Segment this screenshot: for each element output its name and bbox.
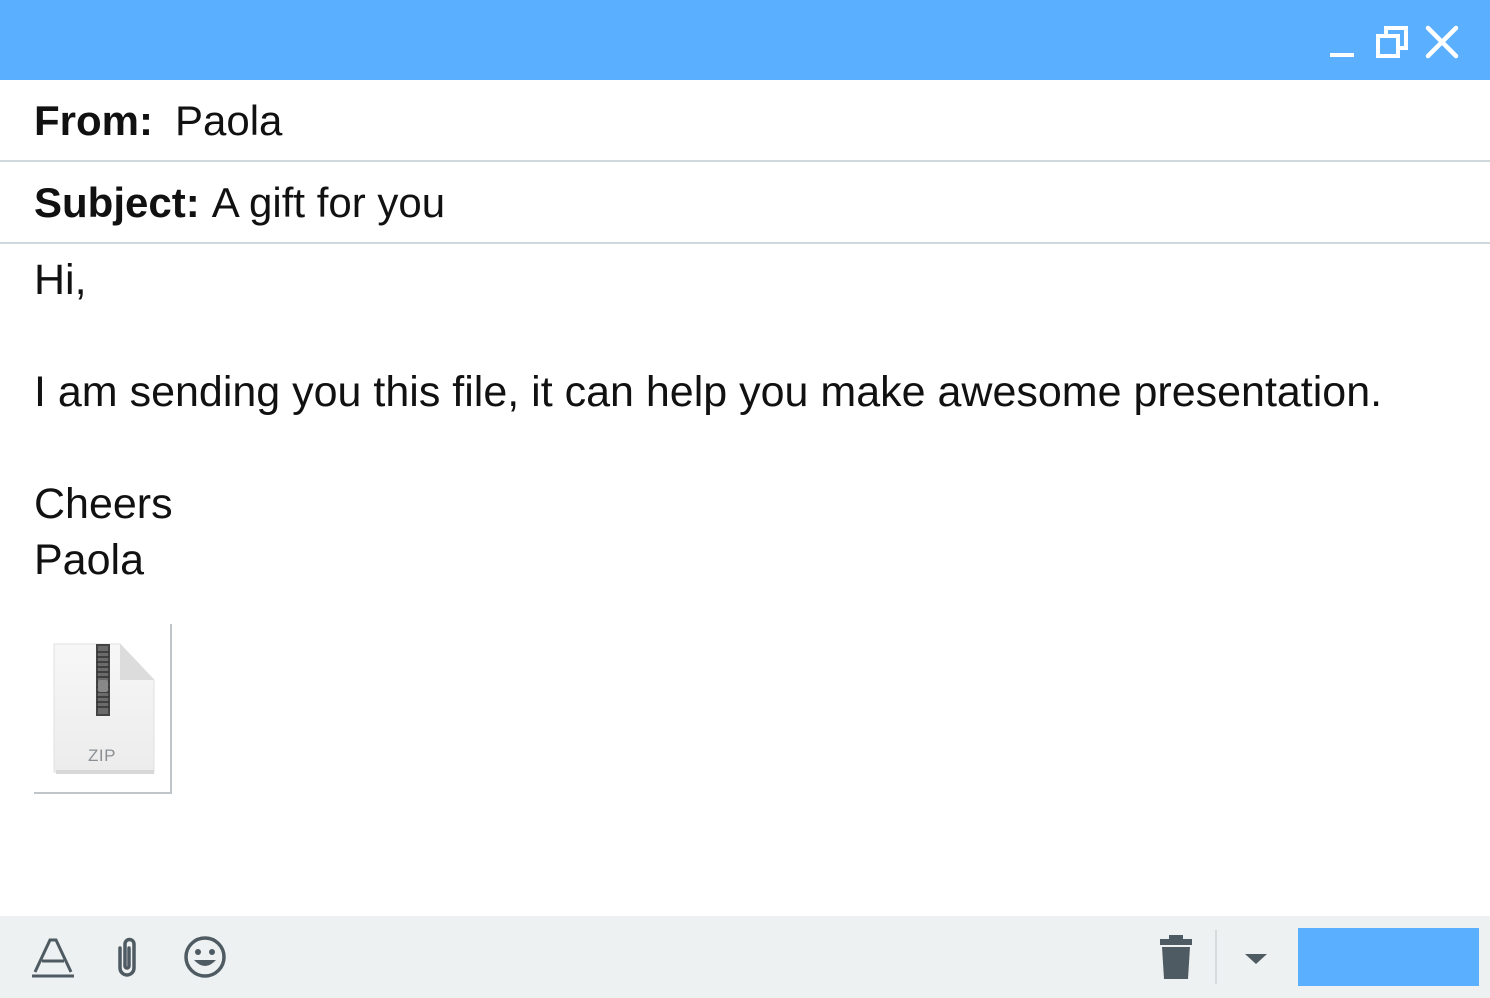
caret-down-icon	[1245, 954, 1267, 964]
subject-field[interactable]: Subject: A gift for you	[0, 164, 1490, 244]
from-label: From:	[34, 97, 153, 144]
zip-attachment[interactable]: ZIP	[34, 624, 172, 794]
body-blank-line	[34, 308, 1464, 364]
from-field: From: Paola	[0, 82, 1490, 162]
restore-button[interactable]	[1372, 22, 1412, 62]
compose-toolbar	[0, 916, 1490, 998]
body-blank-line	[34, 420, 1464, 476]
smiley-icon	[184, 936, 226, 978]
message-body[interactable]: Hi, I am sending you this file, it can h…	[34, 252, 1464, 588]
body-signature: Paola	[34, 536, 144, 584]
title-bar	[0, 0, 1490, 80]
minimize-icon	[1330, 53, 1354, 57]
more-options-button[interactable]	[1233, 934, 1279, 980]
trash-icon	[1160, 935, 1192, 979]
body-message: I am sending you this file, it can help …	[34, 368, 1383, 416]
body-closing: Cheers	[34, 480, 173, 528]
format-text-button[interactable]	[30, 934, 76, 980]
minimize-button[interactable]	[1322, 22, 1362, 62]
discard-draft-button[interactable]	[1153, 934, 1199, 980]
zip-file-icon	[53, 643, 155, 774]
close-icon	[1425, 25, 1459, 59]
subject-value[interactable]: A gift for you	[212, 179, 445, 227]
text-format-icon	[32, 938, 74, 978]
attach-file-button[interactable]	[104, 934, 150, 980]
close-button[interactable]	[1422, 22, 1462, 62]
from-value: Paola	[175, 97, 283, 144]
send-button[interactable]	[1298, 928, 1479, 986]
restore-icon	[1376, 26, 1408, 58]
insert-emoji-button[interactable]	[182, 934, 228, 980]
email-compose-window: From: Paola Subject: A gift for you Hi, …	[0, 0, 1490, 998]
toolbar-divider	[1215, 930, 1217, 984]
subject-label: Subject:	[34, 179, 200, 226]
attachment-type-label: ZIP	[88, 746, 116, 765]
paperclip-icon	[118, 937, 136, 977]
body-greeting: Hi,	[34, 256, 87, 304]
